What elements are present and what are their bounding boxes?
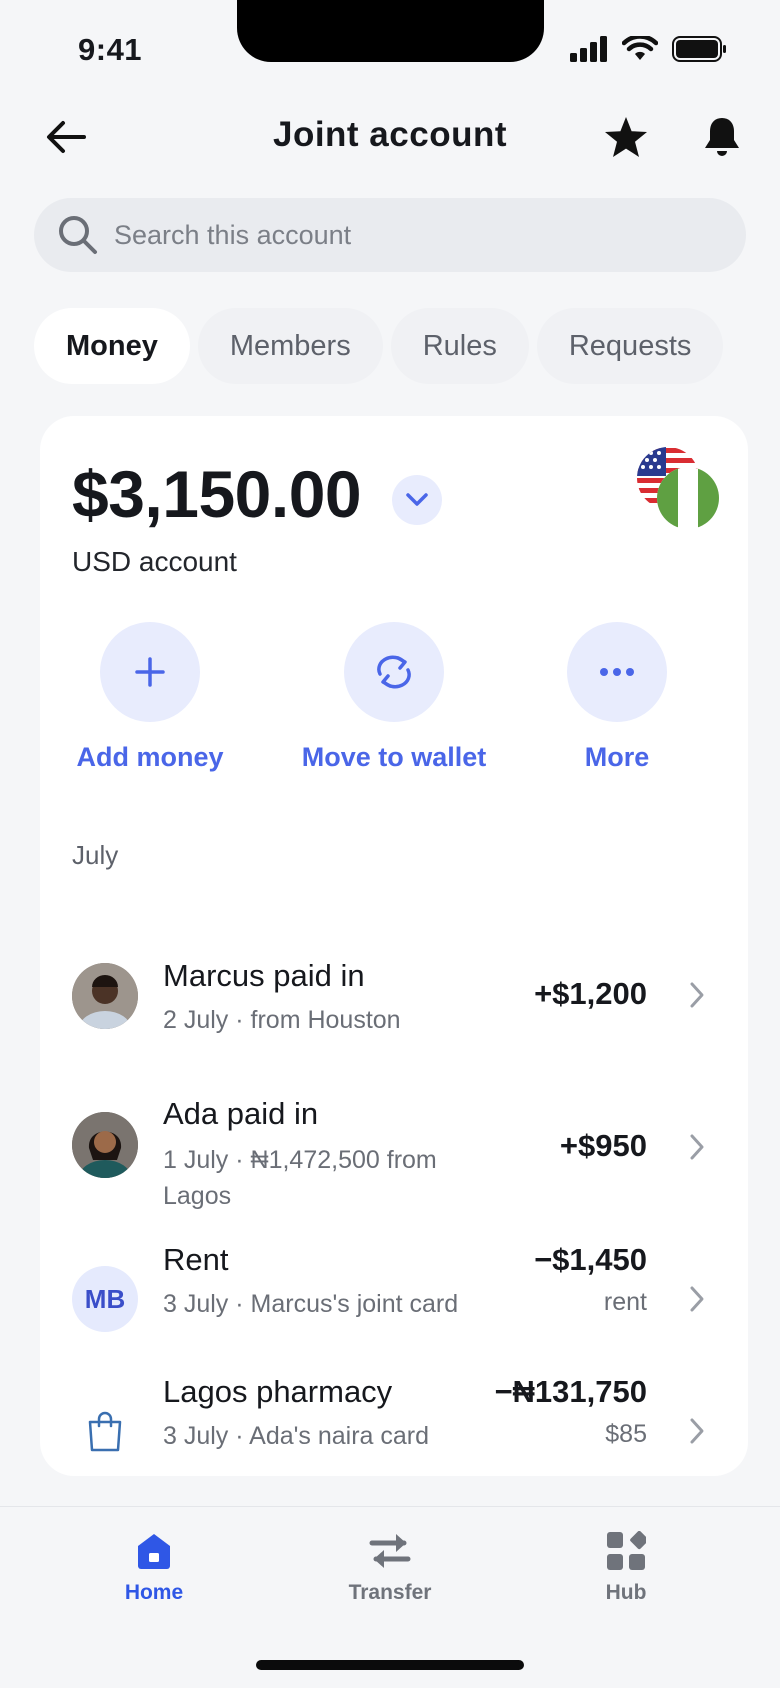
status-bar: 9:41 (0, 0, 780, 100)
move-to-wallet-action[interactable]: Move to wallet (284, 622, 504, 773)
battery-icon (672, 36, 726, 62)
notifications-button[interactable] (696, 111, 748, 163)
search-input[interactable] (114, 219, 674, 251)
chevron-right-icon (682, 980, 712, 1010)
nav-hub-label[interactable]: Hub (546, 1581, 706, 1605)
chevron-down-icon (406, 493, 428, 506)
chevron-right-icon (682, 1416, 712, 1446)
merchant-avatar (72, 1398, 138, 1464)
bell-icon (705, 118, 739, 156)
currency-flags[interactable] (636, 446, 722, 532)
person-avatar-icon (72, 963, 138, 1029)
ada-avatar (72, 1112, 138, 1178)
nav-transfer[interactable]: Transfer (310, 1529, 470, 1605)
transaction-amount-note: rent (603, 1288, 647, 1316)
transaction-subtitle: 1 July · ₦1,472,500 from Lagos (163, 1146, 437, 1210)
transaction-subtitle: 3 July · Marcus's joint card (163, 1290, 459, 1318)
month-header: July (72, 840, 119, 870)
device-notch (237, 0, 544, 62)
more-button[interactable] (567, 622, 667, 722)
transaction-amount: +$950 (559, 1128, 647, 1163)
transaction-row[interactable]: Lagos pharmacy 3 July · Ada's naira card… (40, 1358, 748, 1478)
tab-members[interactable]: Members (197, 308, 383, 384)
transaction-amount: −₦131,750 (494, 1374, 647, 1409)
add-money-button[interactable] (100, 622, 200, 722)
tab-money[interactable]: Money (34, 308, 190, 384)
nav-home[interactable]: Home (74, 1529, 234, 1605)
shopping-bag-icon (88, 1411, 122, 1452)
star-icon (605, 117, 647, 157)
transaction-title: Rent (163, 1242, 229, 1277)
header: Joint account (0, 105, 780, 169)
transaction-subtitle: 2 July · from Houston (163, 1006, 401, 1034)
account-balance: $3,150.00 (72, 457, 362, 531)
page-title: Joint account (272, 115, 508, 154)
tab-requests[interactable]: Requests (536, 308, 724, 384)
grid-icon (604, 1529, 648, 1573)
add-money-action[interactable]: Add money (40, 622, 260, 773)
chevron-right-icon (682, 1284, 712, 1314)
transaction-title: Marcus paid in (163, 958, 365, 993)
move-to-wallet-label[interactable]: Move to wallet (284, 742, 504, 773)
transaction-amount-note: $85 (605, 1420, 647, 1448)
chevron-right-icon (682, 1132, 712, 1162)
marcus-avatar (72, 963, 138, 1029)
transaction-row[interactable]: Marcus paid in 2 July · from Houston +$1… (40, 916, 748, 1036)
favorite-button[interactable] (600, 111, 652, 163)
transaction-title: Ada paid in (163, 1096, 319, 1131)
nav-home-label[interactable]: Home (74, 1581, 234, 1605)
status-icons (570, 36, 728, 62)
account-card: $3,150.00 USD account Add money Move to … (40, 416, 748, 1476)
nigeria-flag-icon (657, 467, 719, 529)
tab-rules[interactable]: Rules (390, 308, 529, 384)
more-action[interactable]: More (507, 622, 727, 773)
transaction-row[interactable]: Ada paid in 1 July · ₦1,472,500 from Lag… (40, 1056, 748, 1210)
transaction-title: Lagos pharmacy (163, 1374, 393, 1409)
status-time: 9:41 (78, 32, 143, 67)
transfer-icon (368, 1529, 412, 1573)
person-avatar-icon (72, 1112, 138, 1178)
home-icon (132, 1529, 176, 1573)
home-indicator (256, 1660, 524, 1670)
nav-transfer-label[interactable]: Transfer (310, 1581, 470, 1605)
quick-actions: Add money Move to wallet More (40, 622, 748, 782)
plus-icon (135, 657, 165, 687)
search-bar[interactable] (34, 198, 746, 272)
nav-hub[interactable]: Hub (546, 1529, 706, 1605)
more-label[interactable]: More (507, 742, 727, 773)
transaction-row[interactable]: MB Rent 3 July · Marcus's joint card −$1… (40, 1226, 748, 1346)
signal-icon (570, 36, 607, 62)
swap-icon (377, 655, 411, 689)
account-currency-label: USD account (72, 546, 237, 577)
wifi-icon (622, 36, 658, 60)
balance-dropdown-button[interactable] (392, 475, 442, 525)
tab-bar: Money Members Rules Requests (34, 308, 724, 384)
transaction-amount: −$1,450 (534, 1242, 647, 1277)
add-money-label[interactable]: Add money (40, 742, 260, 773)
search-icon (59, 216, 97, 254)
more-icon (600, 668, 634, 676)
initials-avatar: MB (72, 1266, 138, 1332)
transaction-amount: +$1,200 (534, 976, 647, 1011)
transaction-subtitle: 3 July · Ada's naira card (163, 1422, 430, 1450)
move-to-wallet-button[interactable] (344, 622, 444, 722)
